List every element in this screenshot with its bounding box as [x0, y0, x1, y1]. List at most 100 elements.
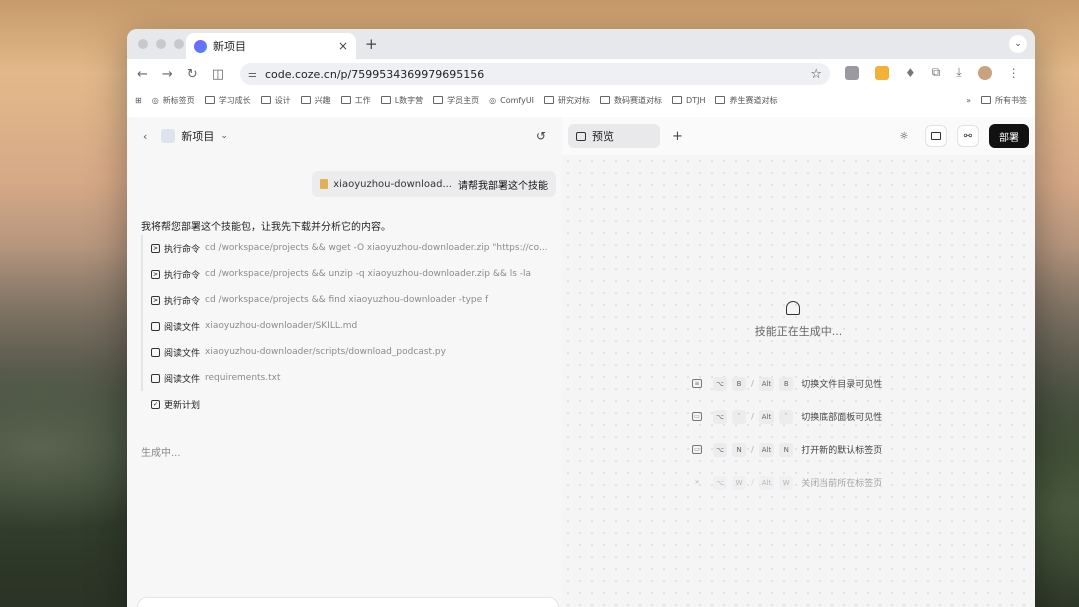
- attached-file-name[interactable]: xiaoyuzhou-download...: [333, 179, 452, 190]
- tab-close-icon[interactable]: ×: [338, 39, 348, 53]
- back-chevron-icon[interactable]: ‹: [143, 130, 147, 143]
- folder-icon: [672, 96, 683, 104]
- new-tab-button[interactable]: +: [365, 35, 378, 53]
- folder-icon: [544, 96, 555, 104]
- bookmark-item[interactable]: 学习成长: [204, 95, 251, 106]
- bookmarks-overflow-button[interactable]: »: [966, 96, 971, 105]
- folder-icon: [204, 96, 215, 104]
- settings-icon[interactable]: ⚯: [957, 125, 979, 147]
- all-bookmarks-button[interactable]: 所有书签: [981, 95, 1027, 106]
- close-window-button[interactable]: [138, 39, 148, 49]
- checklist-icon: ✓: [151, 399, 160, 409]
- folder-icon: [931, 132, 941, 140]
- list-item: ≡ ⌥ B / Alt B 切换文件目录可见性: [692, 367, 882, 400]
- list-item[interactable]: > 执行命令 cd /workspace/projects && wget -O…: [141, 235, 551, 261]
- url-text: code.coze.cn/p/7599534369979695156: [264, 67, 485, 81]
- menu-icon[interactable]: ⋮: [1008, 66, 1020, 80]
- list-item[interactable]: 阅读文件 xiaoyuzhou-downloader/SKILL.md: [141, 313, 551, 339]
- bookmark-item[interactable]: 数码赛道对标: [600, 95, 662, 106]
- list-item[interactable]: > 执行命令 cd /workspace/projects && find xi…: [141, 287, 551, 313]
- forward-icon[interactable]: →: [162, 67, 173, 82]
- tab-preview[interactable]: 预览: [568, 124, 660, 148]
- shortcut-list: ≡ ⌥ B / Alt B 切换文件目录可见性 ▭ ⌥ ` / Alt ` 切换…: [692, 367, 882, 499]
- tab-strip: 新项目 × + ⌄: [127, 29, 1035, 59]
- folder-icon: [433, 96, 444, 104]
- folder-icon: [600, 96, 611, 104]
- list-item: ▭ ⌥ N / Alt N 打开新的默认标签页: [692, 433, 882, 466]
- terminal-icon: >: [151, 269, 160, 279]
- deploy-button[interactable]: 部署: [989, 124, 1029, 148]
- file-icon: [151, 321, 160, 331]
- bookmark-item[interactable]: 设计: [260, 95, 291, 106]
- list-item[interactable]: 阅读文件 requirements.txt: [141, 365, 551, 391]
- ghost-icon: [786, 301, 800, 315]
- list-item[interactable]: > 执行命令 cd /workspace/projects && unzip -…: [141, 261, 551, 287]
- project-name[interactable]: 新项目: [181, 128, 214, 144]
- list-item[interactable]: 阅读文件 xiaoyuzhou-downloader/scripts/downl…: [141, 339, 551, 365]
- bookmark-item[interactable]: 研究对标: [544, 95, 590, 106]
- chat-header: ‹ 新项目 ⌄ ↺: [127, 117, 562, 155]
- list-item: ✕ ⌥ W / Alt W 关闭当前所在标签页: [692, 466, 882, 499]
- folder-icon: [260, 96, 271, 104]
- sidebar-icon[interactable]: ◫: [212, 67, 224, 82]
- add-tab-button[interactable]: +: [672, 129, 683, 144]
- theme-sun-icon[interactable]: ☼: [893, 125, 915, 147]
- project-icon: [161, 129, 176, 143]
- step-list: > 执行命令 cd /workspace/projects && wget -O…: [141, 235, 551, 417]
- globe-icon: ◎: [151, 95, 159, 105]
- user-message-text: 请帮我部署这个技能: [458, 180, 548, 192]
- bookmark-item[interactable]: 学员主页: [433, 95, 479, 106]
- coze-app: ‹ 新项目 ⌄ ↺ xiaoyuzhou-download... 请帮我部署这个…: [127, 117, 1035, 607]
- browser-tab[interactable]: 新项目 ×: [186, 33, 356, 59]
- folder-icon: [340, 96, 351, 104]
- avatar[interactable]: [977, 65, 992, 80]
- extension-icon[interactable]: [845, 65, 859, 80]
- window-icon: [576, 131, 586, 141]
- file-icon: [151, 347, 160, 357]
- bookmark-item[interactable]: DTJH: [672, 96, 705, 105]
- extension-icon[interactable]: [875, 65, 889, 80]
- apps-icon[interactable]: ⊞: [135, 96, 142, 105]
- coze-favicon-icon: [194, 39, 207, 53]
- extension-icon[interactable]: ♦: [905, 66, 916, 80]
- globe-icon: ◎: [489, 95, 497, 105]
- generating-status: 生成中...: [141, 448, 181, 459]
- preview-header: 预览 + ☼ ⚯ 部署: [562, 117, 1035, 155]
- back-icon[interactable]: ←: [137, 67, 148, 82]
- bookmark-item[interactable]: ◎ 新标签页: [152, 95, 195, 106]
- generation-status: 技能正在生成中...: [754, 325, 843, 338]
- assistant-message: 我将帮您部署这个技能包，让我先下载并分析它的内容。: [141, 222, 391, 233]
- puzzle-icon[interactable]: ⧉: [932, 65, 941, 80]
- chat-input[interactable]: [137, 597, 559, 607]
- history-icon[interactable]: ↺: [536, 129, 546, 143]
- bookmark-item[interactable]: L数字营: [380, 95, 423, 106]
- preview-canvas: 技能正在生成中... ≡ ⌥ B / Alt B 切换文件目录可见性 ▭ ⌥ `…: [562, 155, 1035, 607]
- tab-search-icon[interactable]: ⌄: [1009, 35, 1027, 53]
- extensions-area: ♦ ⧉ ⤓ ⋮: [845, 65, 1020, 80]
- file-icon: [320, 179, 329, 189]
- minimize-window-button[interactable]: [156, 39, 166, 49]
- preview-panel: 预览 + ☼ ⚯ 部署 技能正在生成中... ≡ ⌥ B / Alt B 切换文…: [562, 117, 1035, 607]
- address-bar[interactable]: ⚌ code.coze.cn/p/7599534369979695156 ☆: [240, 63, 830, 85]
- browser-window: 新项目 × + ⌄ ← → ↻ ◫ ⚌ code.coze.cn/p/75995…: [127, 29, 1035, 607]
- bookmark-item[interactable]: 工作: [340, 95, 371, 106]
- bookmark-star-icon[interactable]: ☆: [810, 67, 822, 82]
- bottom-panel-icon: ▭: [692, 412, 702, 421]
- maximize-window-button[interactable]: [174, 39, 184, 49]
- file-icon: [151, 373, 160, 383]
- list-item[interactable]: ✓ 更新计划: [141, 391, 551, 417]
- new-tab-icon: ▭: [692, 445, 702, 454]
- folder-button[interactable]: [925, 125, 947, 147]
- chevron-down-icon[interactable]: ⌄: [220, 131, 228, 141]
- bookmarks-bar: ⊞ ◎ 新标签页 学习成长 设计 兴趣 工作 L数字营 学员主页 ◎ ComfyUI…: [127, 89, 1035, 111]
- bookmark-item[interactable]: 兴趣: [300, 95, 331, 106]
- bookmark-item[interactable]: ◎ ComfyUI: [489, 96, 534, 105]
- bookmark-item[interactable]: 养生赛道对标: [715, 95, 777, 106]
- folder-icon: [981, 96, 991, 104]
- download-icon[interactable]: ⤓: [956, 65, 961, 80]
- reload-icon[interactable]: ↻: [187, 67, 198, 82]
- folder-icon: [300, 96, 311, 104]
- window-controls: [138, 39, 184, 49]
- tab-title: 新项目: [213, 40, 246, 53]
- site-info-icon[interactable]: ⚌: [248, 69, 257, 80]
